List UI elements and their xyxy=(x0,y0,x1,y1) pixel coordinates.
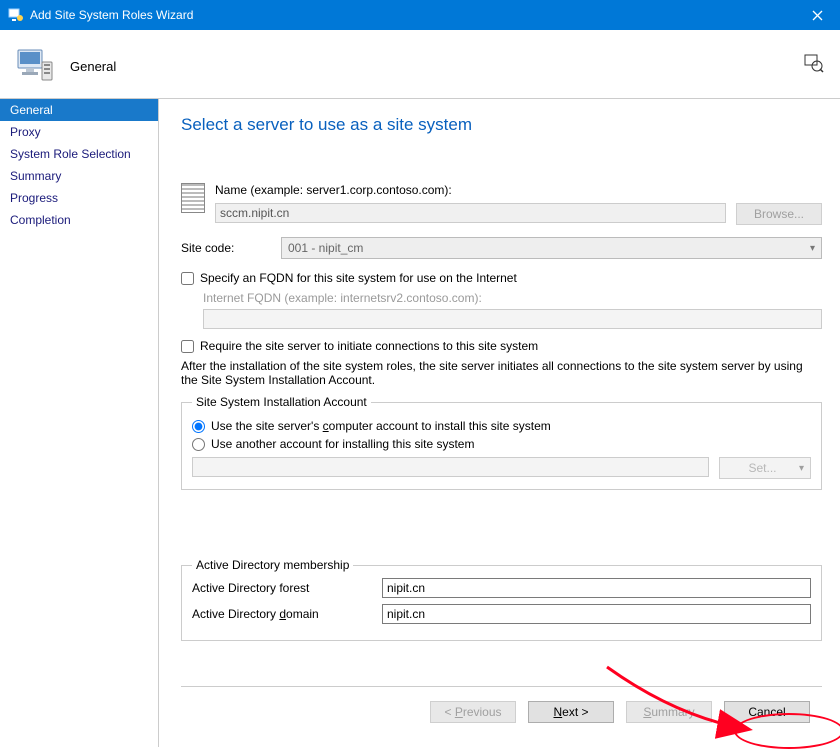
button-label: Cancel xyxy=(748,705,785,719)
ad-domain-label: Active Directory domain xyxy=(192,607,382,621)
sidebar-item-label: Progress xyxy=(10,191,58,205)
sidebar-item-general[interactable]: General xyxy=(0,99,158,121)
sidebar-item-summary[interactable]: Summary xyxy=(0,165,158,187)
select-value: 001 - nipit_cm xyxy=(288,241,363,255)
sitecode-label: Site code: xyxy=(181,241,281,255)
page-heading: Select a server to use as a site system xyxy=(181,115,822,135)
set-button: Set... ▾ xyxy=(719,457,811,479)
internet-fqdn-label: Internet FQDN (example: internetsrv2.con… xyxy=(203,291,822,305)
button-label: Browse... xyxy=(754,207,804,221)
sidebar-item-label: Completion xyxy=(10,213,71,227)
close-button[interactable] xyxy=(795,0,840,30)
button-label: Set... xyxy=(748,461,776,475)
ad-membership-group: Active Directory membership Active Direc… xyxy=(181,558,822,641)
radio-label: Use another account for installing this … xyxy=(211,437,474,451)
ad-domain-input[interactable] xyxy=(382,604,811,624)
chevron-down-icon: ▾ xyxy=(799,463,804,474)
ad-forest-label: Active Directory forest xyxy=(192,581,382,595)
fqdn-checkbox[interactable] xyxy=(181,272,194,285)
sidebar-item-label: System Role Selection xyxy=(10,147,131,161)
previous-button: < Previous xyxy=(430,701,516,723)
fqdn-checkbox-label: Specify an FQDN for this site system for… xyxy=(200,271,517,285)
wizard-sidebar: General Proxy System Role Selection Summ… xyxy=(0,98,158,747)
radio-label: Use the site server's computer account t… xyxy=(211,419,551,433)
wizard-content: Select a server to use as a site system … xyxy=(158,98,840,747)
name-input[interactable] xyxy=(215,203,726,223)
header-right-icon xyxy=(802,52,824,74)
sidebar-item-completion[interactable]: Completion xyxy=(0,209,158,231)
ad-forest-input[interactable] xyxy=(382,578,811,598)
internet-fqdn-input xyxy=(203,309,822,329)
install-account-group: Site System Installation Account Use the… xyxy=(181,395,822,490)
chevron-down-icon: ▾ xyxy=(810,243,815,254)
header-label: General xyxy=(70,59,116,74)
sidebar-item-label: Proxy xyxy=(10,125,41,139)
sitecode-select: 001 - nipit_cm ▾ xyxy=(281,237,822,259)
require-checkbox-label: Require the site server to initiate conn… xyxy=(200,339,538,353)
sidebar-item-label: General xyxy=(10,103,53,117)
use-another-account-radio[interactable] xyxy=(192,438,205,451)
install-account-legend: Site System Installation Account xyxy=(192,395,371,409)
wizard-header: General xyxy=(0,30,840,98)
next-button[interactable]: Next > xyxy=(528,701,614,723)
cancel-button[interactable]: Cancel xyxy=(724,701,810,723)
app-icon xyxy=(8,7,24,23)
name-label: Name (example: server1.corp.contoso.com)… xyxy=(215,183,822,197)
sidebar-item-proxy[interactable]: Proxy xyxy=(0,121,158,143)
header-logo-icon xyxy=(14,44,58,88)
summary-button: Summary xyxy=(626,701,712,723)
after-text: After the installation of the site syste… xyxy=(181,359,822,387)
sidebar-item-system-role-selection[interactable]: System Role Selection xyxy=(0,143,158,165)
browse-button: Browse... xyxy=(736,203,822,225)
close-icon xyxy=(812,10,823,21)
titlebar-title: Add Site System Roles Wizard xyxy=(30,8,795,22)
account-input xyxy=(192,457,709,477)
titlebar: Add Site System Roles Wizard xyxy=(0,0,840,30)
use-computer-account-radio[interactable] xyxy=(192,420,205,433)
ad-legend: Active Directory membership xyxy=(192,558,353,572)
server-icon xyxy=(181,183,205,213)
sidebar-item-label: Summary xyxy=(10,169,61,183)
button-bar: < Previous Next > Summary Cancel xyxy=(181,686,822,737)
require-checkbox[interactable] xyxy=(181,340,194,353)
sidebar-item-progress[interactable]: Progress xyxy=(0,187,158,209)
